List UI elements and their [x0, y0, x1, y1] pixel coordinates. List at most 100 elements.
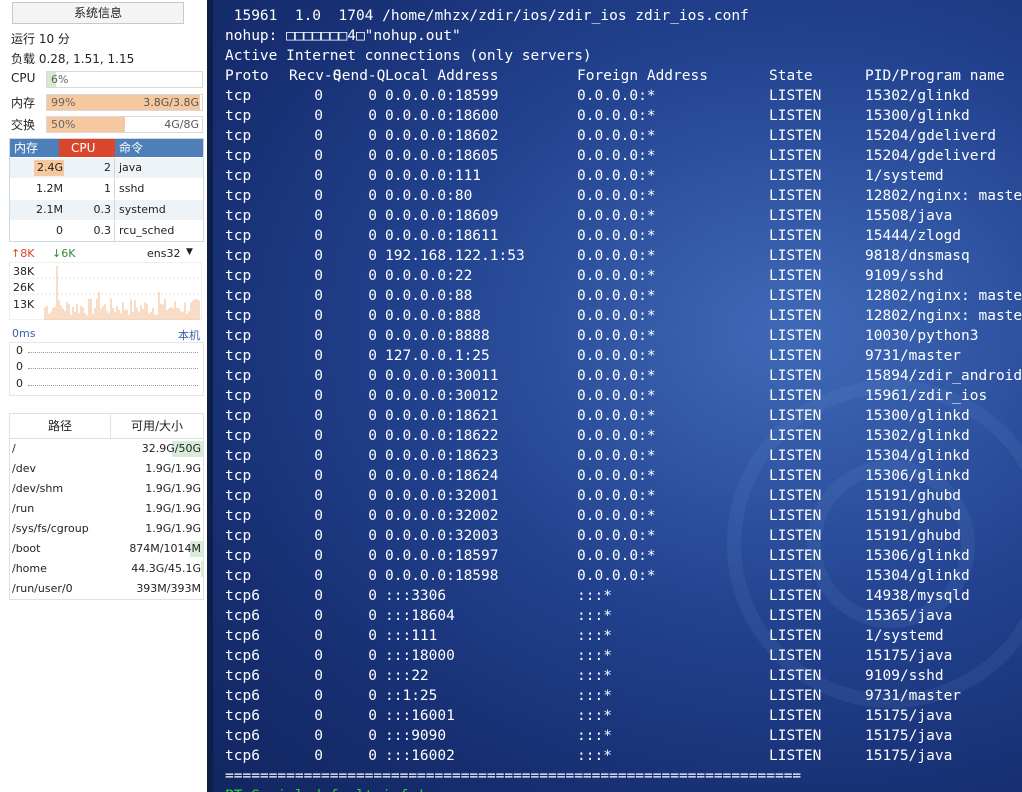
- netstat-local-address: 0.0.0.0:888: [385, 308, 482, 324]
- proc-header-cmd[interactable]: 命令: [115, 139, 203, 157]
- netstat-proto: tcp: [225, 528, 252, 544]
- disk-size-value: 874M/1014M: [129, 542, 201, 555]
- netstat-send-q: 0: [368, 508, 377, 524]
- netstat-state: LISTEN: [769, 368, 822, 384]
- netstat-foreign-address: :::*: [577, 668, 612, 684]
- panel-divider[interactable]: [207, 0, 213, 792]
- net-interface-select[interactable]: ens32: [147, 247, 180, 260]
- netstat-recv-q: 0: [314, 728, 323, 744]
- disk-usage-fill: [201, 561, 203, 577]
- netstat-local-address: :::18000: [385, 648, 455, 664]
- netstat-send-q: 0: [368, 748, 377, 764]
- disk-row[interactable]: /sys/fs/cgroup 1.9G/1.9G: [10, 519, 203, 539]
- net-axis-label: 26K: [13, 281, 35, 294]
- netstat-state: LISTEN: [769, 448, 822, 464]
- disk-header-size[interactable]: 可用/大小: [111, 414, 203, 438]
- netstat-recv-q: 0: [314, 208, 323, 224]
- disk-path: /run: [12, 502, 35, 515]
- netstat-send-q: 0: [368, 588, 377, 604]
- netstat-local-address: 192.168.122.1:53: [385, 248, 525, 264]
- netstat-send-q: 0: [368, 368, 377, 384]
- netstat-foreign-address: :::*: [577, 728, 612, 744]
- netstat-foreign-address: Foreign Address: [577, 68, 708, 84]
- netstat-foreign-address: :::*: [577, 708, 612, 724]
- system-info-panel: 系统信息 运行 10 分 负载 0.28, 1.51, 1.15 CPU 6% 内存…: [0, 0, 207, 792]
- process-row[interactable]: 1.2M 1 sshd: [10, 178, 203, 199]
- netstat-local-address: 0.0.0.0:32001: [385, 488, 499, 504]
- process-command: java: [114, 158, 203, 178]
- netstat-row: tcp6 0 0:::18604:::* LISTEN 15365/java: [225, 606, 952, 626]
- disk-size: 1.9G/1.9G: [112, 519, 203, 539]
- netstat-state: LISTEN: [769, 748, 822, 764]
- disk-header-path[interactable]: 路径: [10, 414, 111, 438]
- netstat-proto: tcp: [225, 128, 252, 144]
- terminal-window[interactable]: ... 15961 1.0 1704 /home/mhzx/zdir/ios/z…: [207, 0, 1022, 792]
- netstat-recv-q: 0: [314, 268, 323, 284]
- netstat-pid-program: 15300/glinkd: [865, 408, 970, 424]
- process-mem-value: 0: [56, 224, 63, 237]
- disk-row[interactable]: /dev/shm 1.9G/1.9G: [10, 479, 203, 499]
- netstat-state: LISTEN: [769, 708, 822, 724]
- netstat-row: tcp 0 0 0.0.0.0:18624 0.0.0.0:* LISTEN 15306/g…: [225, 466, 970, 486]
- netstat-pid-program: 12802/nginx: master: [865, 188, 1022, 204]
- netstat-proto: Proto: [225, 68, 269, 84]
- netstat-recv-q: 0: [314, 608, 323, 624]
- disk-row[interactable]: /dev 1.9G/1.9G: [10, 459, 203, 479]
- netstat-send-q: 0: [368, 688, 377, 704]
- netstat-row: tcp6 0 0:::3306:::* LISTEN 14938/mysqld: [225, 586, 970, 606]
- netstat-pid-program: 1/systemd: [865, 168, 944, 184]
- netstat-pid-program: 15175/java: [865, 648, 953, 664]
- netstat-send-q: 0: [368, 188, 377, 204]
- netstat-send-q: 0: [368, 648, 377, 664]
- netstat-recv-q: 0: [314, 228, 323, 244]
- netstat-foreign-address: 0.0.0.0:*: [577, 328, 656, 344]
- terminal-line: nohup: □□□□□□□4□"nohup.out": [225, 28, 461, 44]
- netstat-proto: tcp6: [225, 728, 260, 744]
- meter-percent: 6%: [51, 73, 69, 86]
- disk-row[interactable]: /run 1.9G/1.9G: [10, 499, 203, 519]
- netstat-state: LISTEN: [769, 188, 822, 204]
- process-cpu: 0.3: [93, 224, 112, 237]
- netstat-send-q: 0: [368, 668, 377, 684]
- netstat-local-address: 0.0.0.0:32002: [385, 508, 499, 524]
- netstat-send-q: 0: [368, 308, 377, 324]
- process-row[interactable]: 0 0.3 rcu_sched: [10, 220, 203, 241]
- disk-row[interactable]: /boot 874M/1014M: [10, 539, 203, 559]
- process-table-header: 内存 CPU 命令: [10, 139, 203, 157]
- netstat-recv-q: 0: [314, 628, 323, 644]
- netstat-send-q: 0: [368, 468, 377, 484]
- netstat-local-address: 0.0.0.0:18600: [385, 108, 499, 124]
- netstat-state: LISTEN: [769, 208, 822, 224]
- proc-header-mem[interactable]: 内存: [10, 139, 59, 157]
- netstat-pid-program: 9818/dnsmasq: [865, 248, 970, 264]
- usage-meter: 99% 3.8G/3.8G: [46, 94, 203, 111]
- netstat-proto: tcp: [225, 308, 252, 324]
- netstat-proto: tcp: [225, 568, 252, 584]
- disk-row[interactable]: /home 44.3G/45.1G: [10, 559, 203, 579]
- disk-row[interactable]: /run/user/0 393M/393M: [10, 579, 203, 599]
- chevron-down-icon[interactable]: ▼: [186, 247, 193, 257]
- disk-row[interactable]: / 32.9G/50G: [10, 439, 203, 459]
- netstat-state: LISTEN: [769, 148, 822, 164]
- terminal-output[interactable]: ... 15961 1.0 1704 /home/mhzx/zdir/ios/z…: [225, 0, 1022, 792]
- netstat-proto: tcp6: [225, 668, 260, 684]
- process-row[interactable]: 2.1M 0.3 systemd: [10, 199, 203, 220]
- proc-header-cpu[interactable]: CPU: [59, 139, 115, 157]
- netstat-proto: tcp: [225, 388, 252, 404]
- netstat-recv-q: 0: [314, 308, 323, 324]
- netstat-recv-q: Recv-Q: [289, 68, 342, 84]
- netstat-foreign-address: 0.0.0.0:*: [577, 428, 656, 444]
- netstat-foreign-address: 0.0.0.0:*: [577, 348, 656, 364]
- system-info-button[interactable]: 系统信息: [12, 2, 184, 24]
- netstat-local-address: 127.0.0.1:25: [385, 348, 490, 364]
- netstat-send-q: 0: [368, 88, 377, 104]
- process-command: sshd: [114, 179, 203, 199]
- netstat-state: LISTEN: [769, 508, 822, 524]
- netstat-recv-q: 0: [314, 88, 323, 104]
- netstat-local-address: 0.0.0.0:18598: [385, 568, 499, 584]
- netstat-proto: tcp: [225, 408, 252, 424]
- ping-target-label[interactable]: 本机: [178, 327, 200, 343]
- process-row[interactable]: 2.4G 2 java: [10, 157, 203, 178]
- process-mem: 1.2M: [10, 179, 65, 199]
- netstat-local-address: 0.0.0.0:88: [385, 288, 473, 304]
